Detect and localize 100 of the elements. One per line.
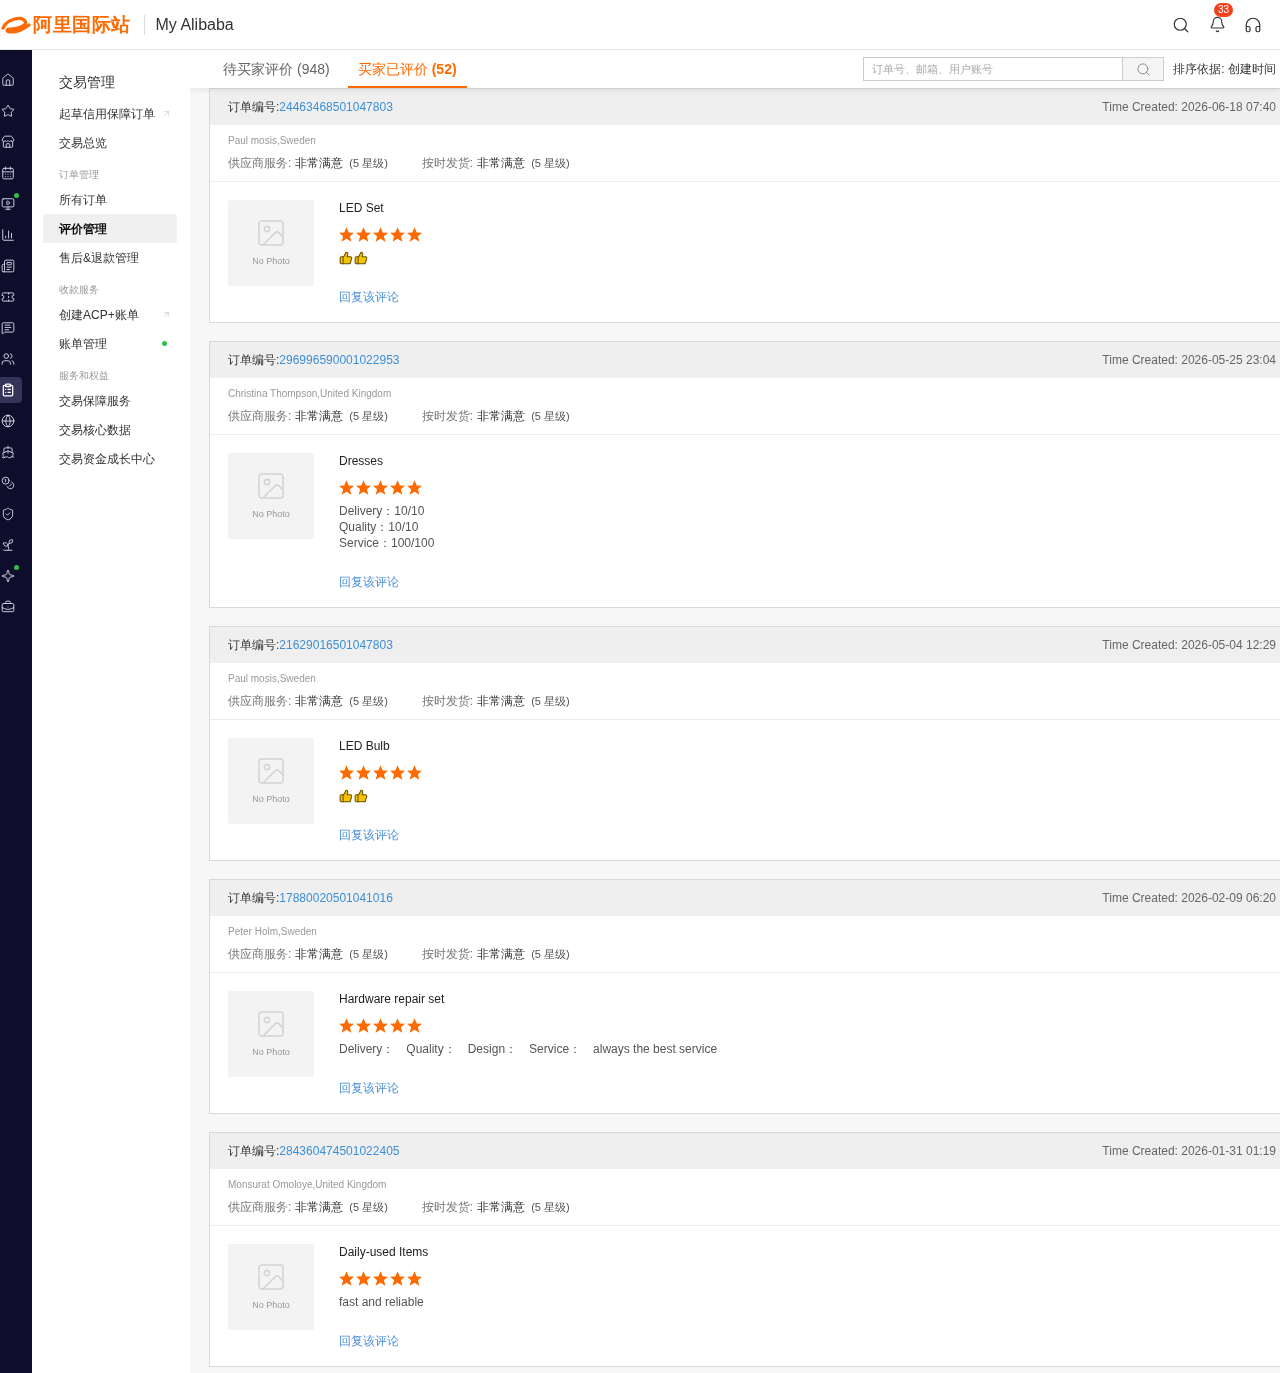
- comment-text: fast and reliable: [339, 1294, 424, 1310]
- rating-value: 非常满意: [295, 1199, 344, 1216]
- order-number-label: 订单编号:: [228, 1143, 280, 1160]
- star-icon: [356, 764, 371, 780]
- comment-text: Service：: [529, 1041, 582, 1057]
- menu-item[interactable]: 评价管理: [43, 214, 177, 243]
- rating-label: 供应商服务:: [228, 1199, 292, 1216]
- star-icon: [407, 226, 422, 242]
- thumbs-up-icon: [339, 251, 353, 265]
- rating-label: 按时发货:: [421, 1199, 474, 1216]
- menu-item[interactable]: 账单管理: [43, 329, 177, 358]
- rating-grade: (5 星级): [531, 408, 570, 424]
- thumbs-up-icon: [339, 789, 353, 803]
- no-photo-text: No Photo: [252, 508, 290, 522]
- rating-label: 供应商服务:: [228, 408, 292, 425]
- rating-value: 非常满意: [477, 946, 526, 963]
- star-icon: [339, 479, 354, 495]
- rating-grade: (5 星级): [531, 693, 570, 709]
- comment-text: always the best service: [593, 1041, 718, 1057]
- bell-icon: [1208, 16, 1226, 33]
- rating-value: 非常满意: [477, 693, 526, 710]
- no-photo-text: No Photo: [252, 793, 290, 807]
- star-icon: [356, 479, 371, 495]
- menu-item[interactable]: 交易资金成长中心: [43, 444, 177, 473]
- reply-link[interactable]: 回复该评论: [339, 1333, 399, 1349]
- star-icon: [339, 1017, 354, 1033]
- rating-label: 供应商服务:: [228, 693, 292, 710]
- rating-grade: (5 星级): [349, 693, 388, 709]
- sort-label: 排序依据: 创建时间: [1173, 61, 1276, 78]
- star-icon: [373, 1270, 388, 1286]
- rating-grade: (5 星级): [349, 408, 388, 424]
- notification-badge: 33: [1214, 2, 1234, 17]
- star-icon: [339, 764, 354, 780]
- search-field[interactable]: 订单号、邮箱、用户账号: [863, 57, 1124, 81]
- newspaper-icon: [1, 259, 15, 273]
- product-name: LED Set: [339, 200, 384, 217]
- users-icon: [1, 352, 15, 366]
- rating-grade: (5 星级): [531, 1199, 570, 1215]
- logo-text: 阿里国际站: [33, 15, 131, 34]
- store-icon: [1, 135, 15, 149]
- star-icon: [373, 226, 388, 242]
- star-icon: [390, 226, 405, 242]
- star-icon: [373, 479, 388, 495]
- search-icon: [1172, 15, 1190, 34]
- time-created: Time Created: 2026-02-09 06:20: [1102, 890, 1276, 907]
- comment-text: Delivery：10/10: [339, 503, 425, 519]
- buyer-name: Christina Thompson,United Kingdom: [228, 388, 392, 400]
- order-number-label: 订单编号:: [228, 99, 280, 116]
- menu-item[interactable]: 交易核心数据: [43, 415, 177, 444]
- star-icon: [407, 479, 422, 495]
- menu-item[interactable]: 创建ACP+账单: [43, 300, 177, 329]
- time-created: Time Created: 2026-05-25 23:04: [1102, 352, 1276, 369]
- rating-value: 非常满意: [295, 693, 344, 710]
- reply-link[interactable]: 回复该评论: [339, 1080, 399, 1096]
- star-icon: [390, 1017, 405, 1033]
- clipboard-icon: [1, 383, 15, 397]
- no-photo-text: No Photo: [252, 1299, 290, 1313]
- reply-link[interactable]: 回复该评论: [339, 827, 399, 843]
- rating-label: 按时发货:: [421, 946, 474, 963]
- calendar-icon: [1, 166, 15, 180]
- ship-icon: [1, 445, 15, 459]
- star-icon: [407, 764, 422, 780]
- star-icon: [373, 764, 388, 780]
- buyer-name: Paul mosis,Sweden: [228, 673, 316, 685]
- product-name: Hardware repair set: [339, 991, 445, 1008]
- page-title: My Alibaba: [155, 14, 234, 35]
- no-photo-text: No Photo: [252, 1046, 290, 1060]
- comment-text: Delivery：: [339, 1041, 395, 1057]
- product-name: Dresses: [339, 453, 383, 470]
- reply-link[interactable]: 回复该评论: [339, 574, 399, 590]
- time-created: Time Created: 2026-01-31 01:19: [1102, 1143, 1276, 1160]
- menu-item[interactable]: 售后&退款管理: [43, 243, 177, 272]
- rating-grade: (5 星级): [531, 946, 570, 962]
- reply-link[interactable]: 回复该评论: [339, 289, 399, 305]
- star-icon: [356, 1270, 371, 1286]
- comment-text: Service：100/100: [339, 535, 435, 551]
- ticket-icon: [1, 290, 15, 304]
- sparkle-icon: [1, 569, 15, 583]
- menu-item[interactable]: 交易保障服务: [43, 386, 177, 415]
- star-icon: [356, 226, 371, 242]
- time-created: Time Created: 2026-06-18 07:40: [1102, 99, 1276, 116]
- home-icon: [1, 73, 15, 87]
- nav-rail-button[interactable]: [0, 377, 22, 403]
- rating-label: 按时发货:: [421, 408, 474, 425]
- rating-grade: (5 星级): [349, 946, 388, 962]
- menu-item[interactable]: 所有订单: [43, 185, 177, 214]
- thumbs-up-icon: [354, 251, 368, 265]
- rating-label: 按时发货:: [421, 693, 474, 710]
- menu-item[interactable]: 起草信用保障订单: [43, 99, 177, 128]
- star-icon: [407, 1017, 422, 1033]
- star-icon: [390, 479, 405, 495]
- headset-icon: [1244, 15, 1262, 34]
- tab[interactable]: 待买家评价 (948): [213, 50, 340, 88]
- search-icon: [1135, 61, 1151, 77]
- shield-check-icon: [1, 507, 15, 521]
- rating-value: 非常满意: [477, 1199, 526, 1216]
- menu-item[interactable]: 交易总览: [43, 128, 177, 157]
- logo-icon: [1, 14, 31, 35]
- globe-icon: [1, 414, 15, 428]
- rating-value: 非常满意: [295, 946, 344, 963]
